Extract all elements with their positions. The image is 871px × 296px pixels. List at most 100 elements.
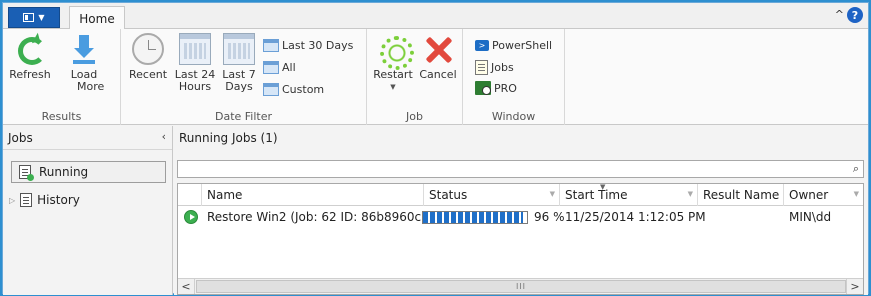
table-row[interactable]: Restore Win2 (Job: 62 ID: 86b8960c) 96 %… [178,207,863,227]
column-start-time-label: Start Time [565,188,628,202]
expand-arrow-icon[interactable]: ▷ [9,196,15,205]
pro-button[interactable]: PRO [475,81,517,95]
collapse-pane-icon[interactable]: ‹ [162,130,166,143]
jobs-nav-header: Jobs ‹ [3,126,172,150]
restart-dropdown-icon[interactable]: ▼ [371,81,415,93]
scroll-left-icon[interactable]: < [178,279,195,294]
recent-button[interactable]: Recent [125,33,171,81]
running-jobs-icon [19,165,34,181]
last-30-days-button[interactable]: Last 30 Days [263,39,353,52]
column-header-result-name[interactable]: Result Name [698,184,784,206]
search-input[interactable] [178,161,838,177]
download-icon [68,33,100,65]
custom-button[interactable]: Custom [263,83,324,96]
results-group: Refresh Load More Results [3,29,121,125]
last-30-days-label: Last 30 Days [282,39,354,52]
calendar-custom-icon [263,83,279,96]
column-status-label: Status [429,188,468,202]
scroll-right-icon[interactable]: > [846,279,863,294]
table-header: Name Status ▼ ▼ Start Time ▼ Result Name… [178,183,863,206]
powershell-icon: > [475,40,489,51]
clock-icon [132,33,164,65]
all-label: All [282,61,296,74]
progress-fill [423,212,523,223]
history-icon [20,193,33,207]
column-header-start-time[interactable]: ▼ Start Time ▼ [560,183,698,206]
job-owner-cell: MIN\dd [789,210,832,224]
restart-button[interactable]: Restart ▼ [371,33,415,93]
cancel-icon [422,33,454,65]
last-24-hours-button[interactable]: Last 24 Hours [173,33,217,93]
job-progress-bar [422,211,528,224]
page-title: Running Jobs (1) [179,131,278,145]
load-more-label-2: More [77,80,105,93]
last-7-days-label-2: Days [225,80,253,93]
pro-icon [475,81,491,95]
load-more-button[interactable]: Load More [65,33,105,93]
job-group: Restart ▼ Cancel Job [367,29,463,125]
jobs-table: Name Status ▼ ▼ Start Time ▼ Result Name… [177,183,864,295]
search-icon[interactable]: ⌕ [853,162,859,176]
recent-label: Recent [128,68,168,81]
column-result-name-label: Result Name [703,188,780,202]
job-group-label: Job [406,110,423,123]
job-name-cell: Restore Win2 (Job: 62 ID: 86b8960c) [207,210,426,224]
scrollbar-thumb[interactable]: III [196,280,846,293]
ribbon: Refresh Load More Results Recent Last 24… [3,29,868,125]
column-header-owner[interactable]: Owner ▼ [784,184,863,206]
chevron-down-icon: ▼ [38,13,45,22]
restart-icon [377,33,414,70]
refresh-icon [14,33,46,65]
jobs-nav-pane: Jobs ‹ Running ▷ History [3,126,173,295]
column-header-status[interactable]: Status ▼ [424,184,560,206]
tab-home[interactable]: Home [69,6,125,30]
powershell-label: PowerShell [492,39,553,52]
job-start-time-cell: 11/25/2014 1:12:05 PM [565,210,706,224]
jobs-label: Jobs [491,61,514,74]
results-group-label: Results [41,110,82,123]
filter-icon[interactable]: ▼ [688,190,693,198]
calendar-week-icon [223,33,255,65]
collapse-ribbon-icon[interactable]: ^ [835,8,844,21]
sort-descending-icon: ▼ [600,183,606,191]
running-jobs-pane: Running Jobs (1) ⌕ Name Status ▼ ▼ Start… [174,126,868,295]
jobs-icon [475,60,488,75]
column-header-icon [178,184,202,206]
app-menu-icon [23,13,35,22]
date-filter-group: Recent Last 24 Hours Last 7 Days Last 30… [121,29,367,125]
pro-label: PRO [494,81,517,95]
horizontal-scrollbar[interactable]: < III > [178,278,863,294]
calendar-day-icon [179,33,211,65]
date-filter-group-label: Date Filter [214,110,273,123]
ribbon-tab-strip: ▼ Home ^ ? [3,3,868,30]
nav-item-running-label: Running [39,165,89,179]
column-name-label: Name [207,188,243,202]
restart-label: Restart [373,68,413,81]
powershell-button[interactable]: > PowerShell [475,39,552,52]
window-group-label: Window [491,110,536,123]
jobs-nav-title: Jobs [8,131,33,145]
cancel-button[interactable]: Cancel [417,33,459,81]
cancel-label: Cancel [419,68,457,81]
calendar-all-icon [263,61,279,74]
refresh-button[interactable]: Refresh [9,33,51,81]
window-group: > PowerShell Jobs PRO Window [463,29,565,125]
app-menu-button[interactable]: ▼ [8,7,60,28]
column-owner-label: Owner [789,188,829,202]
all-button[interactable]: All [263,61,296,74]
calendar-month-icon [263,39,279,52]
custom-label: Custom [282,83,325,96]
filter-icon[interactable]: ▼ [854,190,859,198]
nav-item-history[interactable]: ▷ History [9,190,80,210]
job-status-cell: 96 % [534,210,565,224]
running-status-icon [184,210,198,224]
column-header-name[interactable]: Name [202,184,424,206]
nav-item-running[interactable]: Running [11,161,166,183]
filter-icon[interactable]: ▼ [550,190,555,198]
last-24-hours-label-2: Hours [178,80,212,93]
app-window: ▼ Home ^ ? Refresh Load More Results Rec… [2,2,869,295]
jobs-button[interactable]: Jobs [475,60,514,75]
search-box[interactable]: ⌕ [177,160,864,178]
help-icon[interactable]: ? [847,7,863,23]
last-7-days-button[interactable]: Last 7 Days [219,33,259,93]
